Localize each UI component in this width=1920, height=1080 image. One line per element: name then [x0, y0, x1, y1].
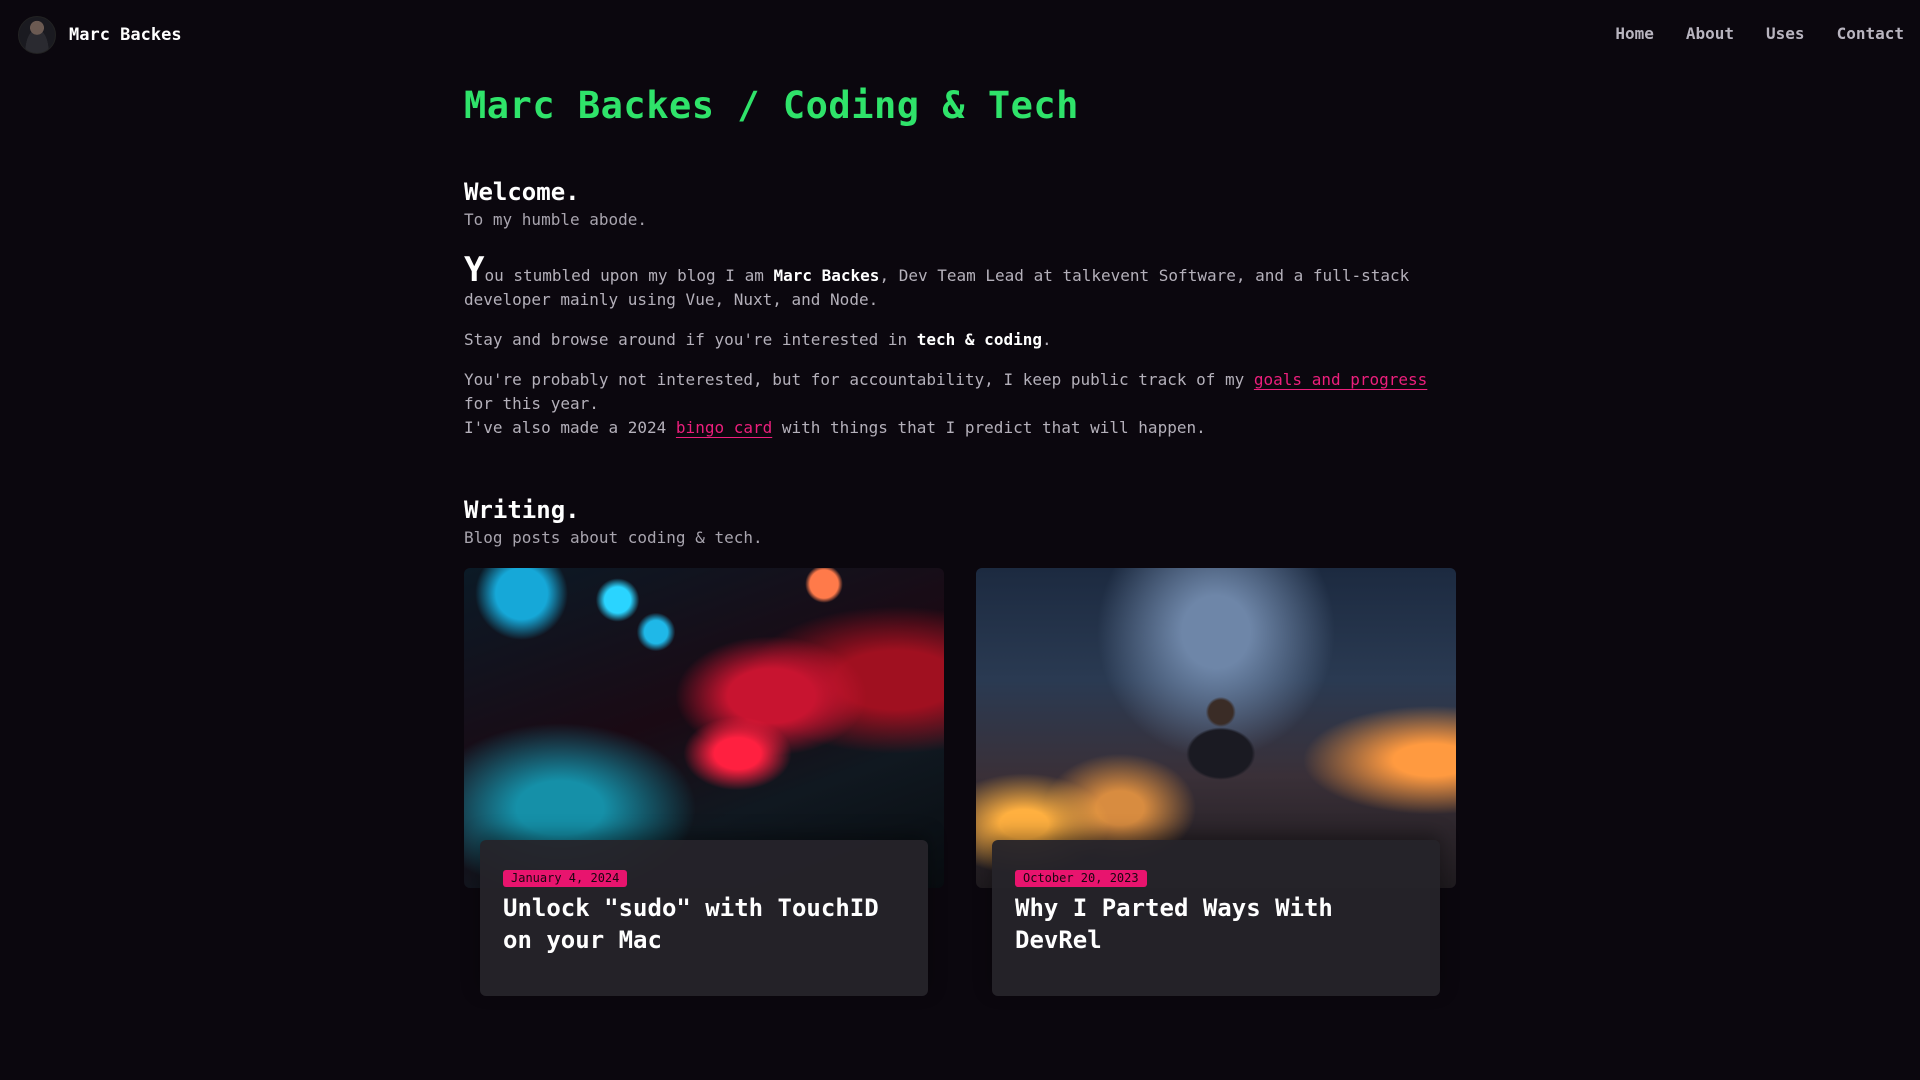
avatar — [18, 16, 56, 54]
nav-about-link[interactable]: About — [1686, 24, 1734, 43]
intro-paragraph-3: You're probably not interested, but for … — [464, 368, 1456, 440]
welcome-section: Welcome. To my humble abode. — [464, 178, 647, 229]
bingo-card-link[interactable]: bingo card — [676, 418, 772, 437]
writing-heading: Writing. — [464, 496, 580, 524]
post-title: Why I Parted Ways With DevRel — [1015, 894, 1333, 954]
post-card-body: October 20, 2023 Why I Parted Ways With … — [992, 840, 1440, 996]
intro-text: You're probably not interested, but for … — [464, 370, 1254, 389]
intro-text: ou stumbled upon my blog I am — [484, 266, 774, 285]
topic-highlight: tech & coding — [916, 330, 1042, 349]
intro-text: I've also made a 2024 — [464, 418, 676, 437]
main-content: Marc Backes / Coding & Tech Welcome. To … — [464, 84, 1456, 996]
intro-text: with things that I predict that will hap… — [772, 418, 1206, 437]
page-title: Marc Backes / Coding & Tech — [464, 84, 1079, 127]
intro-paragraph-1: You stumbled upon my blog I am Marc Back… — [464, 253, 1456, 312]
writing-section: Writing. Blog posts about coding & tech. — [464, 496, 763, 547]
nav-contact-link[interactable]: Contact — [1837, 24, 1904, 43]
intro-paragraph-2: Stay and browse around if you're interes… — [464, 328, 1456, 352]
welcome-heading: Welcome. — [464, 178, 580, 206]
nav-links: Home About Uses Contact — [1615, 24, 1904, 43]
nav-home-link[interactable]: Home — [1615, 24, 1654, 43]
author-name: Marc Backes — [773, 266, 880, 285]
nav-uses-link[interactable]: Uses — [1766, 24, 1805, 43]
top-navbar: Marc Backes Home About Uses Contact — [0, 0, 1920, 70]
intro-text: for this year. — [464, 394, 599, 413]
post-date-badge: October 20, 2023 — [1015, 870, 1147, 887]
post-date-badge: January 4, 2024 — [503, 870, 628, 887]
goals-link[interactable]: goals and progress — [1254, 370, 1427, 389]
welcome-subtitle: To my humble abode. — [464, 210, 648, 229]
writing-subtitle: Blog posts about coding & tech. — [464, 528, 763, 547]
brand-link[interactable]: Marc Backes — [18, 16, 182, 54]
post-card[interactable]: January 4, 2024 Unlock "sudo" with Touch… — [464, 568, 944, 1000]
brand-name: Marc Backes — [69, 25, 182, 45]
intro-text: Stay and browse around if you're interes… — [464, 330, 917, 349]
dropcap-letter: Y — [464, 250, 485, 290]
post-title: Unlock "sudo" with TouchID on your Mac — [503, 894, 879, 954]
post-card-body: January 4, 2024 Unlock "sudo" with Touch… — [480, 840, 928, 996]
post-card[interactable]: October 20, 2023 Why I Parted Ways With … — [976, 568, 1456, 1000]
intro-text: . — [1041, 330, 1052, 349]
intro-section: You stumbled upon my blog I am Marc Back… — [464, 253, 1456, 456]
